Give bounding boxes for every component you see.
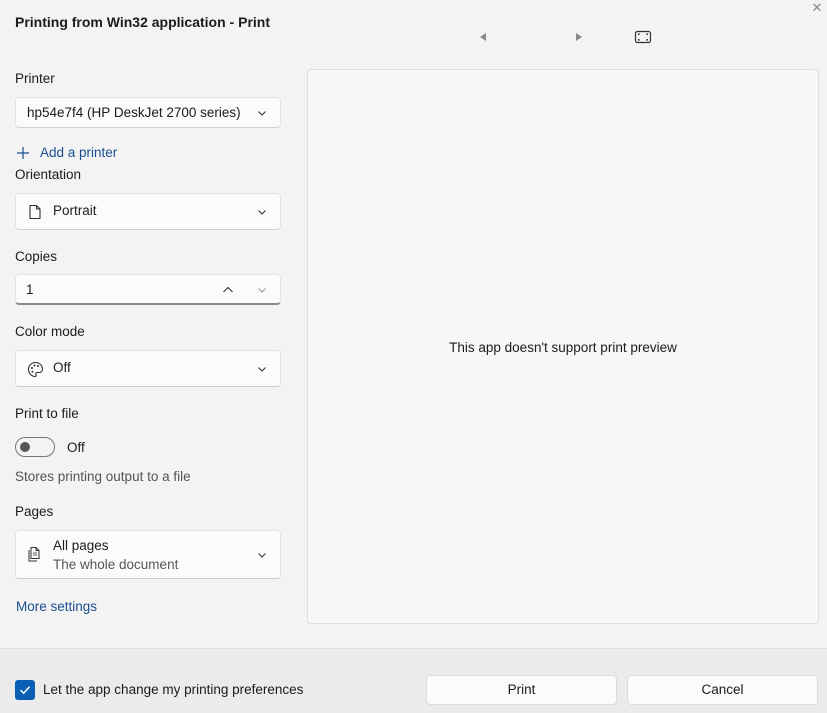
app-preferences-label: Let the app change my printing preferenc…	[43, 682, 304, 697]
orientation-selected: Portrait	[53, 203, 97, 218]
plus-icon	[17, 147, 29, 159]
color-mode-dropdown[interactable]: Off	[15, 350, 281, 387]
close-icon: ✕	[811, 0, 823, 15]
print-to-file-label: Print to file	[15, 406, 79, 421]
copies-value: 1	[26, 282, 34, 297]
app-preferences-checkbox[interactable]	[15, 680, 35, 700]
caret-right-icon[interactable]	[572, 30, 586, 44]
page-icon	[29, 204, 41, 220]
printer-selected: hp54e7f4 (HP DeskJet 2700 series)	[27, 105, 241, 120]
printer-label: Printer	[15, 71, 55, 86]
color-mode-label: Color mode	[15, 324, 85, 339]
print-preview-pane: This app doesn't support print preview	[307, 69, 819, 624]
cancel-button[interactable]: Cancel	[627, 675, 818, 705]
chevron-down-icon	[258, 553, 266, 558]
window-title: Printing from Win32 application - Print	[15, 14, 270, 30]
checkmark-icon	[19, 686, 31, 695]
print-button[interactable]: Print	[426, 675, 617, 705]
copies-label: Copies	[15, 249, 58, 264]
chevron-down-icon	[258, 111, 266, 116]
print-to-file-toggle[interactable]	[15, 437, 55, 457]
toggle-knob	[20, 442, 30, 452]
caret-left-icon[interactable]	[476, 30, 490, 44]
chevron-down-icon[interactable]	[257, 285, 267, 295]
orientation-label: Orientation	[15, 167, 82, 182]
print-to-file-description: Stores printing output to a file	[15, 469, 191, 484]
pages-selected-sub: The whole document	[53, 557, 179, 572]
pages-label: Pages	[15, 504, 54, 519]
chevron-down-icon	[258, 367, 266, 372]
orientation-dropdown[interactable]: Portrait	[15, 193, 281, 230]
more-settings-link[interactable]: More settings	[16, 599, 97, 614]
print-to-file-state: Off	[67, 440, 85, 455]
preview-message: This app doesn't support print preview	[449, 340, 677, 355]
palette-icon	[27, 361, 44, 378]
printer-dropdown[interactable]: hp54e7f4 (HP DeskJet 2700 series)	[15, 97, 281, 128]
add-printer-label: Add a printer	[40, 145, 118, 160]
pages-icon	[28, 547, 40, 562]
copies-stepper[interactable]: 1	[15, 274, 281, 305]
color-mode-selected: Off	[53, 360, 71, 375]
chevron-up-icon[interactable]	[222, 285, 234, 295]
fit-to-window-icon[interactable]	[634, 29, 652, 45]
close-button[interactable]: ✕	[807, 0, 827, 18]
pages-dropdown[interactable]: All pages The whole document	[15, 530, 281, 579]
chevron-down-icon	[258, 210, 266, 215]
pages-selected: All pages	[53, 538, 109, 553]
